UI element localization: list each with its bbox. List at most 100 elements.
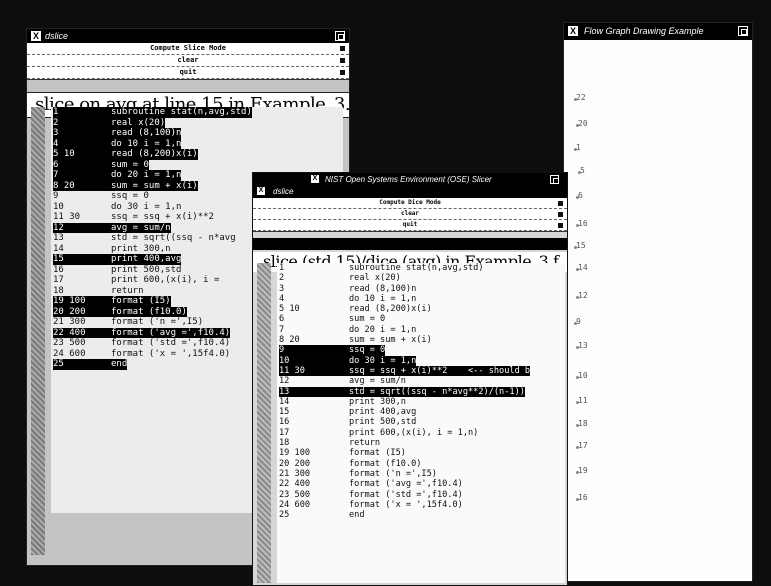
source-line[interactable]: 24 600 format ('x = ',15f4.0)	[277, 500, 565, 510]
line-text: avg = sum/n	[111, 222, 171, 233]
line-number: 16	[279, 417, 290, 428]
line-number: 3	[279, 283, 285, 294]
line-number: 1	[53, 107, 111, 118]
dslice-button-panel: Compute Slice Mode clear quit	[27, 43, 349, 80]
source-line[interactable]: 1 subroutine stat(n,avg,std)	[277, 263, 565, 273]
window-menu-icon[interactable]: X	[311, 175, 319, 183]
source-line[interactable]: 17 print 600,(x(i), i = 1,n)	[277, 428, 565, 438]
flow-node[interactable]: 16	[576, 493, 588, 502]
line-number: 18	[279, 438, 290, 449]
line-text: read (8,200)x(i)	[349, 304, 432, 315]
line-number: 15	[279, 407, 290, 418]
flow-node[interactable]: 11	[576, 396, 588, 405]
line-text: real x(20)	[349, 273, 401, 284]
flow-node[interactable]: 10	[576, 371, 588, 380]
window-menu-icon[interactable]: X	[31, 31, 41, 41]
line-number: 23 500	[279, 489, 311, 500]
flow-node[interactable]: 17	[576, 441, 588, 450]
source-line[interactable]: 6 sum = 0	[51, 159, 343, 170]
line-number: 10	[279, 355, 349, 366]
source-line[interactable]: 1 subroutine stat(n,avg,std)	[51, 107, 343, 118]
clear-button[interactable]: clear	[27, 55, 349, 67]
line-text: print 300,n	[111, 243, 171, 254]
source-line[interactable]: 20 200 format (f10.0)	[277, 459, 565, 469]
compute-dice-mode-button[interactable]: Compute Dice Mode	[253, 198, 567, 209]
dslice-titlebar[interactable]: X dslice	[27, 29, 349, 43]
source-line[interactable]: 9 ssq = 0	[277, 345, 565, 356]
source-line[interactable]: 6 sum = 0	[277, 314, 565, 324]
flow-node[interactable]: 22	[574, 93, 586, 102]
source-line[interactable]: 10 do 30 i = 1,n	[277, 355, 565, 366]
flow-graph-titlebar[interactable]: X Flow Graph Drawing Example	[564, 23, 752, 40]
source-line[interactable]: 13 std = sqrt((ssq - n*avg**2)/(n-1))	[277, 386, 565, 397]
line-text: print 400,avg	[111, 254, 182, 265]
flow-node[interactable]: 19	[576, 466, 588, 475]
source-line[interactable]: 3 read (8,100)n	[51, 128, 343, 139]
ose-scrollbar[interactable]	[257, 263, 271, 583]
line-number: 21 300	[53, 317, 86, 327]
flow-node[interactable]: 13	[576, 341, 588, 350]
line-text: do 20 i = 1,n	[349, 324, 417, 335]
source-line[interactable]: 12 avg = sum/n	[277, 376, 565, 386]
source-line[interactable]: 23 500 format ('std =',f10.4)	[277, 490, 565, 500]
flow-node[interactable]: 12	[576, 291, 588, 300]
source-line[interactable]: 21 300 format ('n =',I5)	[277, 469, 565, 479]
source-line[interactable]: 11 30 ssq = ssq + x(i)**2 <-- should b	[277, 365, 565, 377]
source-line[interactable]: 25 end	[277, 510, 565, 520]
line-text: sum = 0	[111, 159, 149, 170]
maximize-icon[interactable]	[335, 31, 345, 41]
ose-titlebar[interactable]: X NIST Open Systems Environment (OSE) Sl…	[253, 173, 567, 186]
flow-node[interactable]: 20	[576, 119, 588, 128]
ose-inner-titlebar[interactable]: X dslice	[253, 186, 567, 198]
line-number: 2	[53, 117, 111, 128]
source-line[interactable]: 22 400 format ('avg =',f10.4)	[277, 479, 565, 489]
source-line[interactable]: 15 print 400,avg	[277, 407, 565, 417]
line-number: 10	[53, 201, 64, 212]
line-text: print 400,avg	[349, 407, 417, 418]
quit-button[interactable]: quit	[27, 67, 349, 79]
source-line[interactable]: 5 10 read (8,200)x(i)	[51, 149, 343, 160]
flow-node[interactable]: 1	[574, 143, 581, 152]
line-number: 22 400	[53, 327, 111, 338]
quit-button[interactable]: quit	[253, 220, 567, 231]
line-text: format ('std =',f10.4)	[111, 338, 231, 348]
source-line[interactable]: 2 real x(20)	[277, 273, 565, 283]
source-line[interactable]: 4 do 10 i = 1,n	[51, 138, 343, 149]
source-line[interactable]: 18 return	[277, 438, 565, 448]
line-text: sum = sum + x(i)	[111, 180, 198, 191]
maximize-icon[interactable]	[550, 175, 559, 184]
flow-node[interactable]: 16	[576, 219, 588, 228]
source-line[interactable]: 14 print 300,n	[277, 397, 565, 407]
flow-node[interactable]: 9	[574, 317, 581, 326]
window-menu-icon[interactable]: X	[257, 187, 265, 195]
flow-graph-title: Flow Graph Drawing Example	[584, 26, 704, 36]
source-line[interactable]: 4 do 10 i = 1,n	[277, 294, 565, 304]
line-number: 12	[279, 376, 290, 387]
source-line[interactable]: 19 100 format (I5)	[277, 448, 565, 458]
line-text: end	[111, 359, 128, 370]
line-text: do 10 i = 1,n	[349, 293, 417, 304]
compute-slice-mode-button[interactable]: Compute Slice Mode	[27, 43, 349, 55]
source-line[interactable]: 3 read (8,100)n	[277, 284, 565, 294]
line-text: format ('std =',f10.4)	[349, 489, 463, 500]
source-line[interactable]: 7 do 20 i = 1,n	[277, 325, 565, 335]
ose-source-listing[interactable]: 1 subroutine stat(n,avg,std) 2 real x(20) 3 r…	[277, 263, 565, 583]
source-line[interactable]: 16 print 500,std	[277, 417, 565, 427]
line-number: 12	[53, 222, 111, 233]
clear-button[interactable]: clear	[253, 209, 567, 220]
maximize-icon[interactable]	[738, 26, 748, 36]
flow-node[interactable]: 14	[576, 263, 588, 272]
source-line[interactable]: 5 10 read (8,200)x(i)	[277, 304, 565, 314]
source-line[interactable]: 8 20 sum = sum + x(i)	[277, 335, 565, 345]
line-text: do 20 i = 1,n	[111, 170, 182, 181]
source-line[interactable]: 2 real x(20)	[51, 117, 343, 128]
line-number: 17	[53, 275, 64, 285]
flow-node[interactable]: 6	[576, 191, 583, 200]
line-text: subroutine stat(n,avg,std)	[349, 263, 484, 273]
dslice-scrollbar[interactable]	[31, 107, 45, 555]
line-text: return	[349, 438, 381, 449]
window-menu-icon[interactable]: X	[568, 26, 578, 36]
flow-node[interactable]: 18	[576, 419, 588, 428]
flow-node[interactable]: 5	[578, 166, 585, 175]
flow-node[interactable]: 15	[574, 241, 586, 250]
